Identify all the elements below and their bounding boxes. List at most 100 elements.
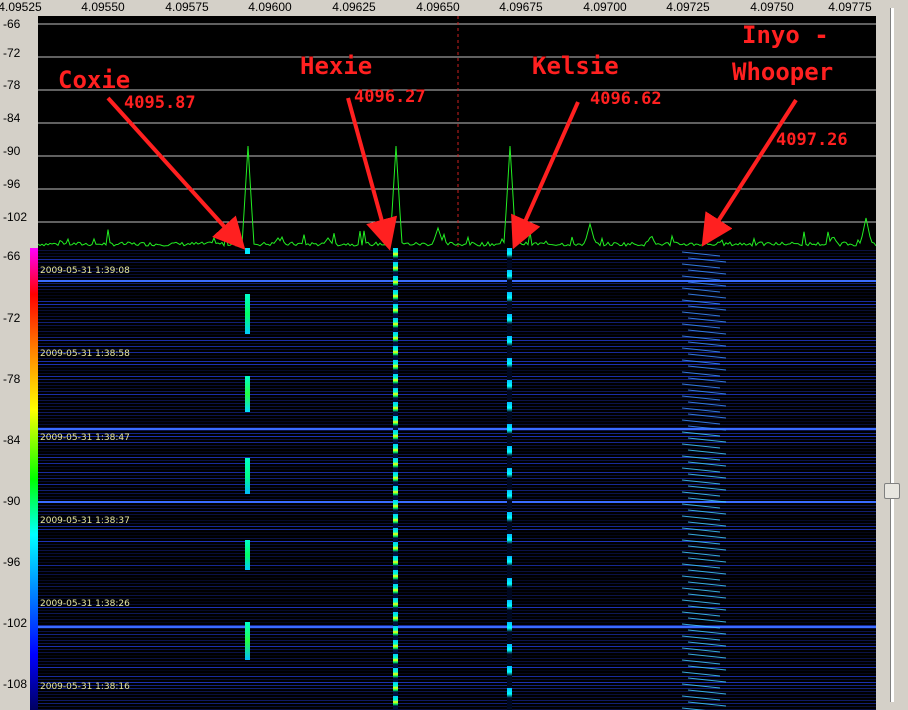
- whooper-streak: [681, 347, 721, 353]
- level-label: -78: [3, 372, 21, 386]
- frequency-tick: 4.09625: [332, 0, 376, 14]
- whooper-streak: [681, 527, 721, 533]
- level-label: -72: [3, 46, 21, 60]
- whooper-streak: [681, 503, 721, 509]
- whooper-streak: [687, 605, 727, 611]
- whooper-streak: [681, 479, 721, 485]
- whooper-streak: [681, 683, 721, 689]
- frequency-tick: 4.09700: [583, 0, 627, 14]
- whooper-streak: [687, 521, 727, 527]
- whooper-streak: [681, 659, 721, 665]
- frequency-tick: 4.09525: [0, 0, 42, 14]
- whooper-streak: [687, 593, 727, 599]
- whooper-streak: [687, 317, 727, 323]
- whooper-streak: [681, 419, 721, 425]
- whooper-streak: [681, 551, 721, 557]
- slider-thumb[interactable]: [884, 483, 900, 499]
- frequency-axis: 4.09525 4.09550 4.09575 4.09600 4.09625 …: [0, 0, 876, 16]
- frequency-tick: 4.09675: [499, 0, 543, 14]
- whooper-streak: [681, 587, 721, 593]
- whooper-streak: [687, 353, 727, 359]
- level-label: -102: [3, 210, 28, 224]
- level-label: -108: [3, 677, 28, 691]
- whooper-streak: [681, 635, 721, 641]
- whooper-streak: [687, 269, 727, 275]
- whooper-streak: [687, 365, 727, 371]
- whooper-streak: [687, 641, 727, 647]
- whooper-streak: [681, 287, 721, 293]
- level-label: -96: [3, 177, 21, 191]
- whooper-streak: [687, 305, 727, 311]
- whooper-streak: [681, 599, 721, 605]
- waterfall-timestamp: 2009-05-31 1:38:47: [40, 433, 130, 443]
- whooper-streak: [681, 431, 721, 437]
- level-label: -66: [3, 249, 21, 263]
- whooper-streak: [687, 701, 727, 707]
- whooper-streak: [681, 311, 721, 317]
- whooper-streak: [681, 647, 721, 653]
- whooper-streak: [681, 695, 721, 701]
- whooper-streak: [681, 263, 721, 269]
- level-label: -90: [3, 494, 21, 508]
- waterfall-level-axis: -66 -72 -78 -84 -90 -96 -102 -108: [0, 248, 30, 710]
- whooper-streak: [687, 545, 727, 551]
- spectrum-plot: [37, 16, 877, 248]
- whooper-streak: [687, 569, 727, 575]
- whooper-streak: [681, 443, 721, 449]
- whooper-streak: [681, 395, 721, 401]
- whooper-streak: [681, 539, 721, 545]
- level-label: -78: [3, 78, 21, 92]
- level-label: -84: [3, 111, 21, 125]
- spectrum-grid: [38, 23, 876, 223]
- whooper-streak: [681, 575, 721, 581]
- level-label: -96: [3, 555, 21, 569]
- whooper-streak: [687, 665, 727, 671]
- level-label: -72: [3, 311, 21, 325]
- whooper-streak: [681, 299, 721, 305]
- sdr-app: 4.09525 4.09550 4.09575 4.09600 4.09625 …: [0, 0, 908, 710]
- intensity-colorbar: [30, 248, 38, 710]
- whooper-streak: [687, 497, 727, 503]
- whooper-streak: [681, 455, 721, 461]
- whooper-streak: [681, 371, 721, 377]
- whooper-streak: [687, 533, 727, 539]
- waterfall-timestamp: 2009-05-31 1:39:08: [40, 266, 130, 276]
- whooper-streak: [687, 401, 727, 407]
- whooper-streak: [687, 473, 727, 479]
- spectrum-panel[interactable]: [37, 16, 877, 248]
- whooper-streak: [687, 461, 727, 467]
- whooper-streak: [687, 293, 727, 299]
- whooper-streak: [681, 359, 721, 365]
- whooper-streak: [687, 689, 727, 695]
- whooper-streak: [687, 377, 727, 383]
- whooper-streak: [687, 509, 727, 515]
- whooper-streak: [681, 251, 721, 257]
- whooper-streak: [681, 671, 721, 677]
- whooper-streak: [681, 467, 721, 473]
- whooper-streak: [687, 329, 727, 335]
- frequency-tick: 4.09775: [828, 0, 872, 14]
- whooper-streak: [687, 617, 727, 623]
- whooper-streak: [681, 335, 721, 341]
- whooper-streak: [681, 323, 721, 329]
- whooper-streak: [687, 425, 727, 431]
- whooper-streak: [687, 413, 727, 419]
- waterfall-timestamp: 2009-05-31 1:38:37: [40, 516, 130, 526]
- frequency-tick: 4.09550: [81, 0, 125, 14]
- level-label: -84: [3, 433, 21, 447]
- whooper-streak: [687, 257, 727, 263]
- vertical-slider[interactable]: [876, 0, 908, 710]
- frequency-tick: 4.09725: [666, 0, 710, 14]
- frequency-tick: 4.09650: [416, 0, 460, 14]
- slider-track[interactable]: [890, 8, 894, 702]
- signal-trace-inyo-whooper: [681, 251, 727, 710]
- waterfall-panel[interactable]: 2009-05-31 1:39:08 2009-05-31 1:38:58 20…: [38, 248, 876, 710]
- whooper-streak: [681, 383, 721, 389]
- whooper-streak: [687, 389, 727, 395]
- whooper-streak: [681, 623, 721, 629]
- whooper-streak: [681, 563, 721, 569]
- whooper-streak: [687, 281, 727, 287]
- whooper-streak: [681, 515, 721, 521]
- whooper-streak: [687, 677, 727, 683]
- frequency-tick: 4.09575: [165, 0, 209, 14]
